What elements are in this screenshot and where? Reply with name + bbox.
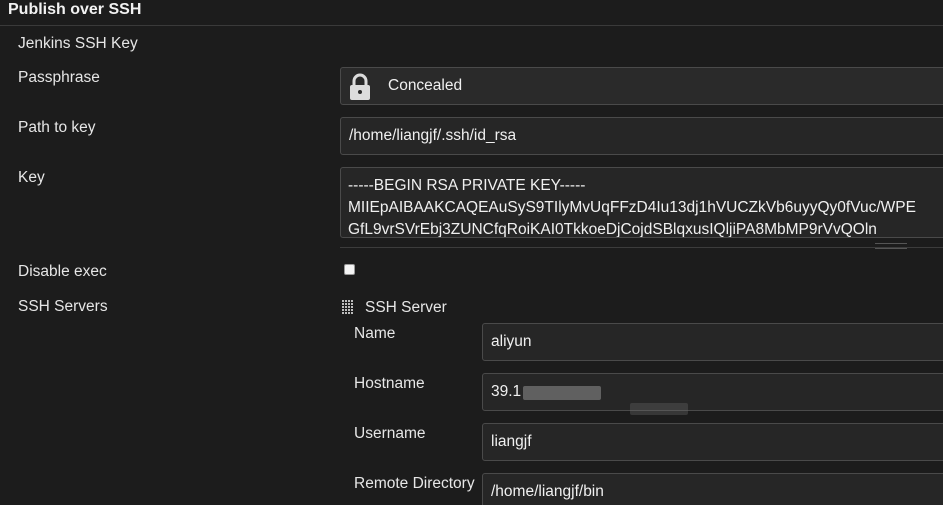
key-textarea-bottom-edge	[340, 247, 943, 248]
ssh-servers-label: SSH Servers	[18, 298, 108, 315]
remote-directory-label: Remote Directory	[354, 475, 475, 492]
username-value: liangjf	[491, 433, 532, 450]
drag-handle-icon[interactable]	[342, 300, 355, 316]
hostname-label: Hostname	[354, 375, 425, 392]
username-input[interactable]: liangjf	[482, 423, 943, 461]
lock-icon	[350, 73, 370, 100]
path-to-key-input[interactable]: /home/liangjf/.ssh/id_rsa	[340, 117, 943, 155]
section-title: Publish over SSH	[8, 1, 142, 18]
jenkins-ssh-key-heading: Jenkins SSH Key	[18, 35, 138, 52]
hostname-value: 39.1	[491, 383, 522, 400]
disable-exec-checkbox[interactable]	[344, 264, 355, 275]
remote-directory-input[interactable]: /home/liangjf/bin	[482, 473, 943, 505]
redacted-blur	[523, 386, 601, 400]
publish-over-ssh-page: Publish over SSH Jenkins SSH Key Passphr…	[0, 0, 943, 505]
username-label: Username	[354, 425, 426, 442]
redacted-blur	[630, 403, 688, 415]
key-label: Key	[18, 169, 45, 186]
key-line: GfL9vrSVrEbj3ZUNCfqRoiKAI0TkkoeDjCojdSBl…	[348, 221, 877, 238]
server-name-value: aliyun	[491, 333, 532, 350]
hostname-input[interactable]: 39.1	[482, 373, 943, 411]
textarea-resize-handle[interactable]	[875, 243, 907, 249]
path-to-key-label: Path to key	[18, 119, 96, 136]
server-name-input[interactable]: aliyun	[482, 323, 943, 361]
key-textarea[interactable]: -----BEGIN RSA PRIVATE KEY----- MIIEpAIB…	[340, 167, 943, 238]
ssh-server-title: SSH Server	[365, 299, 447, 316]
server-name-label: Name	[354, 325, 396, 342]
disable-exec-label: Disable exec	[18, 263, 107, 280]
remote-directory-value: /home/liangjf/bin	[491, 483, 604, 500]
passphrase-label: Passphrase	[18, 69, 100, 86]
section-divider	[0, 25, 943, 26]
passphrase-value: Concealed	[388, 77, 463, 94]
key-line: -----BEGIN RSA PRIVATE KEY-----	[348, 177, 586, 194]
key-line: MIIEpAIBAAKCAQEAuSyS9TIlyMvUqFFzD4Iu13dj…	[348, 199, 916, 216]
path-to-key-value: /home/liangjf/.ssh/id_rsa	[349, 127, 517, 144]
passphrase-field[interactable]: Concealed	[340, 67, 943, 105]
